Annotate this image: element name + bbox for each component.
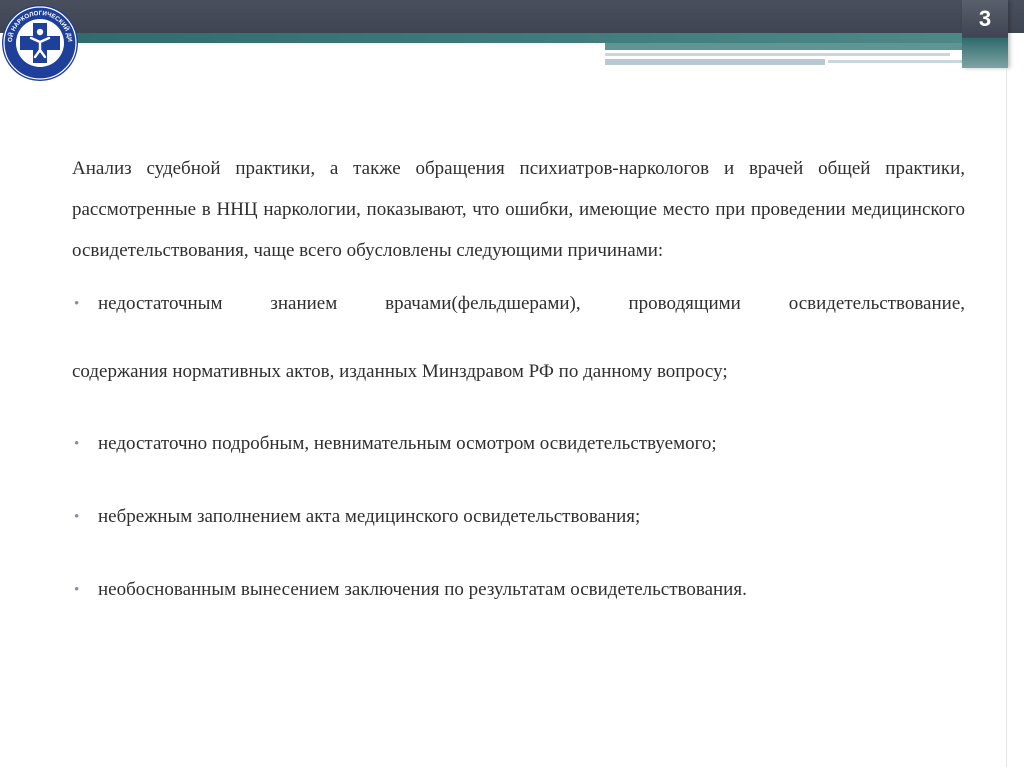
slide-number: 3 bbox=[978, 6, 992, 31]
bullet-icon: • bbox=[74, 582, 80, 598]
header-stripe bbox=[605, 59, 825, 65]
header-band bbox=[0, 0, 1024, 33]
header-accent-bar-secondary bbox=[605, 43, 1006, 50]
bullet-icon: • bbox=[74, 436, 80, 452]
intro-paragraph: Анализ судебной практики, а также обраще… bbox=[72, 158, 965, 261]
list-item-text: недостаточным знанием врачами(фельдшерам… bbox=[98, 293, 965, 314]
bullet-icon: • bbox=[74, 509, 80, 525]
bullet-icon: • bbox=[74, 296, 80, 312]
medical-cross-person-emblem-icon: ОБЛАСТНОЙ НАРКОЛОГИЧЕСКИЙ ДИСПАНСЕР bbox=[0, 0, 78, 81]
list-item-continuation: содержания нормативных актов, изданных М… bbox=[72, 361, 728, 382]
slide-body: Анализ судебной практики, а также обраще… bbox=[72, 148, 965, 610]
list-item: • недостаточным знанием врачами(фельдшер… bbox=[72, 284, 965, 324]
slide: 3 ОБЛАСТНОЙ НАРКОЛОГИЧЕСКИЙ ДИСПАНСЕР Ан… bbox=[0, 0, 1024, 767]
list-item-text: недостаточно подробным, невнимательным о… bbox=[98, 433, 717, 454]
list-item-text: необоснованным вынесением заключения по … bbox=[98, 579, 747, 600]
header-stripe bbox=[605, 53, 950, 56]
list-item: • необоснованным вынесением заключения п… bbox=[72, 570, 965, 610]
slide-edge bbox=[1006, 68, 1007, 767]
list-item: • небрежным заполнением акта медицинског… bbox=[72, 497, 965, 537]
header-accent-bar bbox=[40, 33, 1006, 43]
logo: ОБЛАСТНОЙ НАРКОЛОГИЧЕСКИЙ ДИСПАНСЕР bbox=[0, 0, 80, 84]
list-item: • недостаточно подробным, невнимательным… bbox=[72, 424, 965, 464]
list-item-text: небрежным заполнением акта медицинского … bbox=[98, 506, 641, 527]
